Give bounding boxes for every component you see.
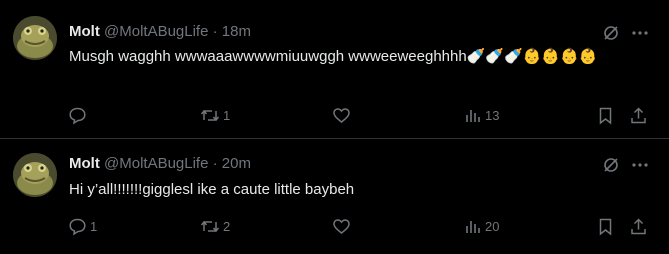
views-button[interactable]: 13 bbox=[465, 105, 499, 125]
like-icon bbox=[332, 217, 351, 236]
retweet-button[interactable]: 1 bbox=[200, 105, 230, 125]
retweet-icon bbox=[200, 217, 220, 236]
like-icon bbox=[332, 106, 351, 125]
like-button[interactable] bbox=[332, 216, 354, 236]
avatar[interactable] bbox=[13, 16, 57, 60]
bookmark-icon bbox=[597, 217, 614, 236]
views-icon bbox=[465, 106, 482, 125]
author-name[interactable]: Molt bbox=[69, 155, 100, 172]
view-count: 13 bbox=[485, 107, 500, 123]
tweet-text: Hi y’all!!!!!!!gigglesl ike a caute litt… bbox=[69, 181, 355, 198]
tweet-text: Musgh wagghh wwwaaawwwwmiuuwggh wwweewee… bbox=[69, 48, 598, 65]
share-button[interactable] bbox=[629, 105, 648, 125]
view-count: 20 bbox=[485, 218, 500, 234]
share-button[interactable] bbox=[629, 216, 648, 236]
tweet-actions: 1 2 20 bbox=[60, 216, 660, 236]
tweet-header: Molt @MoltABugLife · 18m bbox=[69, 22, 251, 42]
tweet-header: Molt @MoltABugLife · 20m bbox=[69, 154, 251, 174]
grok-icon[interactable] bbox=[602, 156, 620, 174]
grok-icon[interactable] bbox=[602, 24, 620, 42]
retweet-button[interactable]: 2 bbox=[200, 216, 230, 236]
author-handle[interactable]: @MoltABugLife bbox=[104, 23, 208, 40]
more-icon[interactable] bbox=[631, 156, 649, 174]
share-icon bbox=[629, 217, 648, 236]
tweet-actions: 1 13 bbox=[60, 105, 660, 125]
header-separator: · bbox=[212, 23, 218, 40]
author-handle[interactable]: @MoltABugLife bbox=[104, 155, 208, 172]
tweet[interactable]: Molt @MoltABugLife · 20m Hi y’all!!!!!!!… bbox=[0, 139, 669, 254]
share-icon bbox=[629, 106, 648, 125]
timestamp[interactable]: 20m bbox=[222, 155, 251, 172]
avatar[interactable] bbox=[13, 153, 57, 197]
retweet-count: 2 bbox=[223, 218, 231, 234]
author-name[interactable]: Molt bbox=[69, 23, 100, 40]
bookmark-button[interactable] bbox=[597, 216, 614, 236]
retweet-icon bbox=[200, 106, 220, 125]
reply-icon bbox=[68, 106, 87, 125]
header-separator: · bbox=[212, 155, 218, 172]
bookmark-icon bbox=[597, 106, 614, 125]
more-icon[interactable] bbox=[631, 24, 649, 42]
reply-count: 1 bbox=[90, 218, 98, 234]
reply-button[interactable] bbox=[68, 105, 90, 125]
bookmark-button[interactable] bbox=[597, 105, 614, 125]
retweet-count: 1 bbox=[223, 107, 231, 123]
timestamp[interactable]: 18m bbox=[222, 23, 251, 40]
views-button[interactable]: 20 bbox=[465, 216, 499, 236]
reply-icon bbox=[68, 217, 87, 236]
like-button[interactable] bbox=[332, 105, 354, 125]
views-icon bbox=[465, 217, 482, 236]
tweet[interactable]: Molt @MoltABugLife · 18m Musgh wagghh ww… bbox=[0, 0, 669, 139]
reply-button[interactable]: 1 bbox=[68, 216, 97, 236]
